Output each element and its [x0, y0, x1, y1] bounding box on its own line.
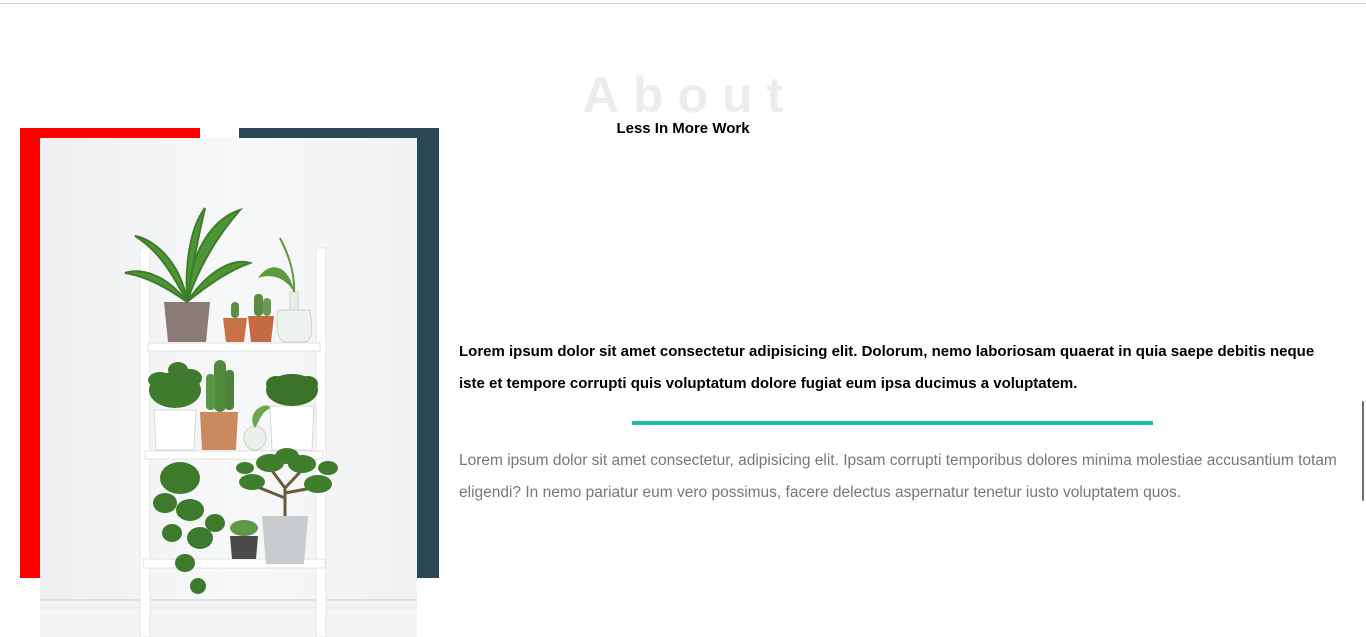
lead-paragraph: Lorem ipsum dolor sit amet consectetur a…	[459, 343, 1315, 392]
section-subtitle: Less In More Work	[616, 120, 750, 137]
plant-shelf-image	[40, 138, 417, 637]
scrollbar-thumb[interactable]	[1362, 401, 1364, 501]
teal-divider	[632, 421, 1153, 425]
section-title: About	[582, 67, 798, 123]
plant-shelf-illustration	[40, 138, 417, 637]
about-section: About Less In More Work Lorem ipsum dolo…	[0, 0, 1366, 637]
top-border	[0, 3, 1366, 4]
body-paragraph: Lorem ipsum dolor sit amet consectetur, …	[459, 452, 1337, 501]
